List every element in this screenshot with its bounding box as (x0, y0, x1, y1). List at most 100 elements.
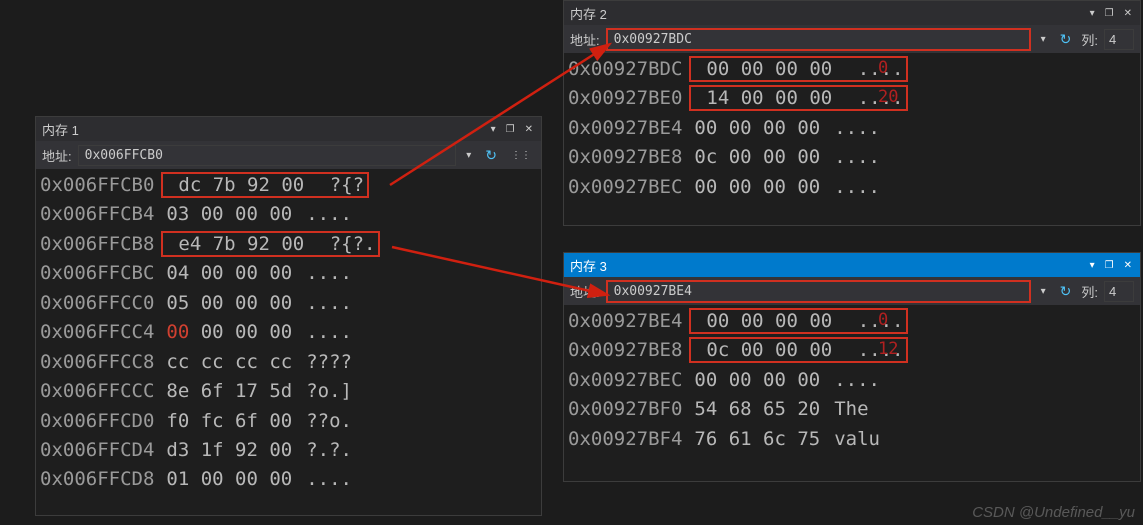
close-icon[interactable]: ✕ (1122, 8, 1134, 19)
bytes-cell: 76 61 6c 75 (694, 425, 820, 454)
memory-row: 0x00927BDC00 00 00 00 ....0 (568, 55, 1140, 84)
addr-cell: 0x00927BE4 (568, 114, 682, 143)
annotation: 0 (878, 307, 888, 333)
watermark: CSDN @Undefined__yu (972, 504, 1135, 521)
addr-input-1[interactable] (78, 145, 457, 166)
dropdown-icon[interactable]: ▾ (1088, 8, 1097, 19)
window-icon[interactable]: ❐ (504, 124, 517, 135)
ascii-cell: .... (306, 318, 352, 347)
panel-1-title: 内存 1 (42, 120, 79, 139)
bytes-cell: 03 00 00 00 (166, 200, 292, 229)
bytes-cell: 00 00 00 00 (706, 55, 832, 84)
dropdown-icon[interactable]: ▾ (489, 124, 498, 135)
memory-body-3[interactable]: 0x00927BE400 00 00 00 ....00x00927BE80c … (564, 305, 1140, 481)
ascii-cell: .... (306, 465, 352, 494)
bytes-cell: 00 00 00 00 (694, 173, 820, 202)
addr-dropdown-icon[interactable]: ▾ (1037, 286, 1050, 297)
bytes-cell: 54 68 65 20 (694, 395, 820, 424)
addr-cell: 0x00927BDC (568, 55, 682, 84)
bytes-cell: dc 7b 92 00 (178, 171, 304, 200)
panel-1-titlebar[interactable]: 内存 1 ▾ ❐ ✕ (36, 117, 541, 141)
addr-cell: 0x00927BE8 (568, 336, 682, 365)
addr-dropdown-icon[interactable]: ▾ (462, 150, 475, 161)
col-input-3[interactable] (1104, 281, 1134, 302)
close-icon[interactable]: ✕ (523, 124, 535, 135)
ascii-cell: .... (306, 289, 352, 318)
panel-2-titlebar[interactable]: 内存 2 ▾ ❐ ✕ (564, 1, 1140, 25)
addr-cell: 0x00927BEC (568, 366, 682, 395)
memory-row: 0x006FFCBC04 00 00 00.... (40, 259, 541, 288)
panel-3-toolbar: 地址: ▾ ↻ 列: (564, 277, 1140, 305)
memory-row: 0x00927BF476 61 6c 75valu (568, 425, 1140, 454)
ascii-cell: The (834, 395, 868, 424)
addr-cell: 0x006FFCD4 (40, 436, 154, 465)
memory-row: 0x006FFCC8cc cc cc cc???? (40, 348, 541, 377)
bytes-cell: 05 00 00 00 (166, 289, 292, 318)
memory-row: 0x006FFCCC8e 6f 17 5d?o.] (40, 377, 541, 406)
ascii-cell: ?.?. (306, 436, 352, 465)
addr-cell: 0x00927BE8 (568, 143, 682, 172)
memory-panel-1: 内存 1 ▾ ❐ ✕ 地址: ▾ ↻ ⋮⋮ 0x006FFCB0dc 7b 92… (35, 116, 542, 516)
col-input-2[interactable] (1104, 29, 1134, 50)
panel-2-title: 内存 2 (570, 4, 607, 23)
ascii-cell: .... (834, 143, 880, 172)
ascii-cell: ??o. (306, 407, 352, 436)
bytes-cell: 00 00 00 00 (166, 318, 292, 347)
refresh-icon[interactable]: ↻ (1056, 283, 1076, 300)
bytes-cell: cc cc cc cc (166, 348, 292, 377)
memory-row: 0x006FFCC0 05 00 00 00.... (40, 289, 541, 318)
ascii-cell: ?{?. (330, 230, 376, 259)
bytes-cell: 0c 00 00 00 (706, 336, 832, 365)
bytes-cell: 00 00 00 00 (694, 114, 820, 143)
addr-cell: 0x00927BF0 (568, 395, 682, 424)
memory-body-1[interactable]: 0x006FFCB0dc 7b 92 00 ?{?0x006FFCB403 00… (36, 169, 541, 515)
bytes-cell: 00 00 00 00 (694, 366, 820, 395)
addr-label: 地址: (42, 146, 72, 165)
addr-cell: 0x006FFCD0 (40, 407, 154, 436)
annotation: 12 (878, 336, 898, 362)
dropdown-icon[interactable]: ▾ (1088, 260, 1097, 271)
close-icon[interactable]: ✕ (1122, 260, 1134, 271)
refresh-icon[interactable]: ↻ (481, 147, 501, 164)
window-icon[interactable]: ❐ (1103, 8, 1116, 19)
refresh-icon[interactable]: ↻ (1056, 31, 1076, 48)
memory-row: 0x00927BEC00 00 00 00.... (568, 366, 1140, 395)
memory-row: 0x00927BF0 54 68 65 20 The (568, 395, 1140, 424)
memory-row: 0x00927BE014 00 00 00 ....20 (568, 84, 1140, 113)
addr-cell: 0x00927BE0 (568, 84, 682, 113)
more-icon[interactable]: ⋮⋮ (507, 150, 535, 161)
addr-label: 地址: (570, 30, 600, 49)
bytes-cell: 04 00 00 00 (166, 259, 292, 288)
bytes-cell: f0 fc 6f 00 (166, 407, 292, 436)
bytes-cell: d3 1f 92 00 (166, 436, 292, 465)
memory-row: 0x00927BE80c 00 00 00 ....12 (568, 336, 1140, 365)
ascii-cell: .... (306, 200, 352, 229)
memory-row: 0x006FFCB8e4 7b 92 00 ?{?. (40, 230, 541, 259)
window-icon[interactable]: ❐ (1103, 260, 1116, 271)
bytes-cell: 14 00 00 00 (706, 84, 832, 113)
addr-dropdown-icon[interactable]: ▾ (1037, 34, 1050, 45)
addr-input-2[interactable] (606, 28, 1031, 51)
memory-panel-2: 内存 2 ▾ ❐ ✕ 地址: ▾ ↻ 列: 0x00927BDC 00 00 00… (563, 0, 1141, 226)
addr-cell: 0x006FFCD8 (40, 465, 154, 494)
addr-cell: 0x006FFCC4 (40, 318, 154, 347)
panel-3-titlebar[interactable]: 内存 3 ▾ ❐ ✕ (564, 253, 1140, 277)
ascii-cell: .... (306, 259, 352, 288)
memory-row: 0x006FFCC4 00 00 00 00.... (40, 318, 541, 347)
addr-cell: 0x006FFCC0 (40, 289, 154, 318)
col-label: 列: (1081, 30, 1098, 49)
col-label: 列: (1081, 282, 1098, 301)
memory-body-2[interactable]: 0x00927BDC00 00 00 00 ....00x00927BE014 … (564, 53, 1140, 225)
panel-3-title: 内存 3 (570, 256, 607, 275)
memory-row: 0x00927BE400 00 00 00 ....0 (568, 307, 1140, 336)
ascii-cell: ?{? (330, 171, 364, 200)
panel-1-toolbar: 地址: ▾ ↻ ⋮⋮ (36, 141, 541, 169)
addr-cell: 0x006FFCB4 (40, 200, 154, 229)
memory-row: 0x006FFCD0 f0 fc 6f 00 ??o. (40, 407, 541, 436)
addr-cell: 0x00927BEC (568, 173, 682, 202)
addr-cell: 0x00927BE4 (568, 307, 682, 336)
addr-input-3[interactable] (606, 280, 1031, 303)
memory-row: 0x00927BEC00 00 00 00.... (568, 173, 1140, 202)
memory-panel-3: 内存 3 ▾ ❐ ✕ 地址: ▾ ↻ 列: 0x00927BE4 00 00 00… (563, 252, 1141, 482)
memory-row: 0x00927BE400 00 00 00.... (568, 114, 1140, 143)
